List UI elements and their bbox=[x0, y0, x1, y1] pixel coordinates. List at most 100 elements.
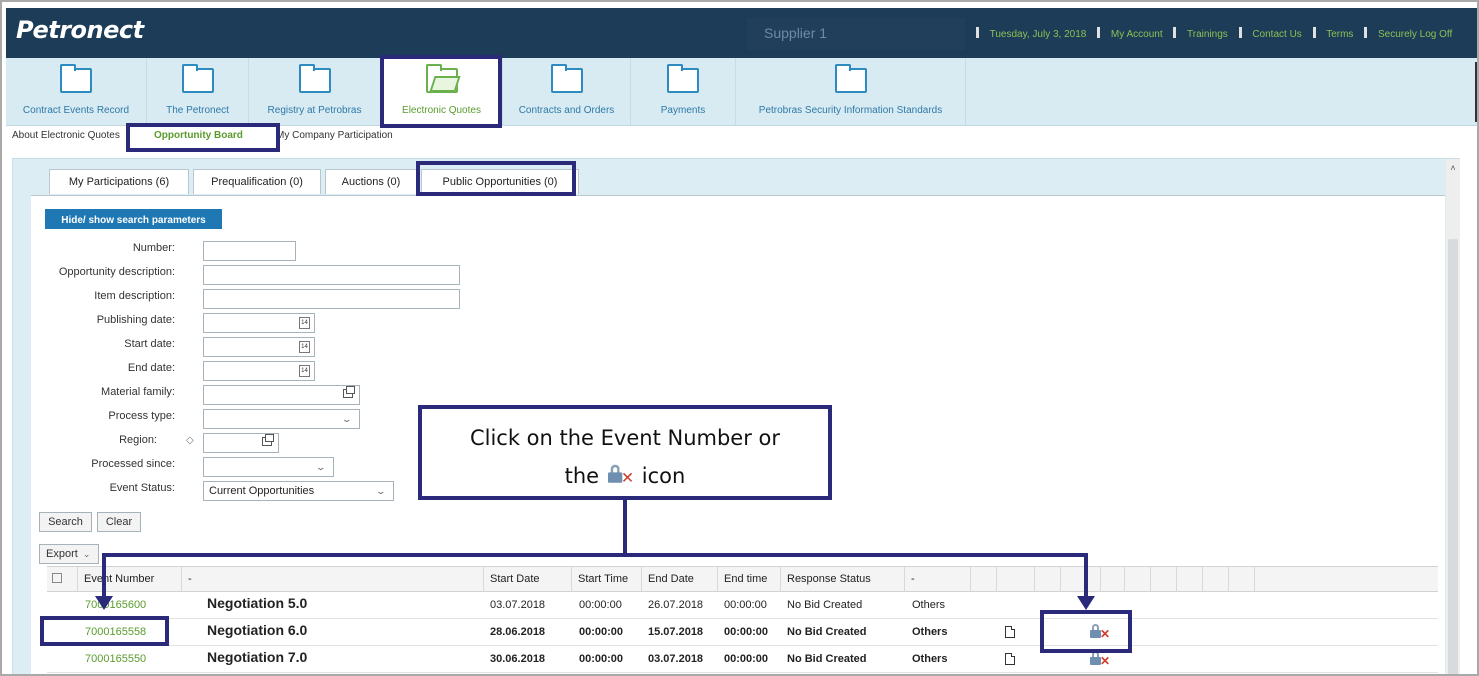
end-date-input[interactable]: 14 bbox=[203, 361, 315, 381]
start-date: 30.06.2018 bbox=[490, 653, 546, 665]
folder-icon bbox=[298, 64, 331, 93]
table-row[interactable]: 7000165558 Negotiation 6.0 28.06.2018 00… bbox=[47, 619, 1438, 646]
end-time: 00:00:00 bbox=[724, 599, 767, 611]
table-row[interactable]: 7000165550 Negotiation 7.0 30.06.2018 00… bbox=[47, 646, 1438, 673]
connector-line bbox=[102, 553, 1088, 557]
chevron-down-icon: ⌄ bbox=[315, 462, 327, 472]
arrow-to-event-number-icon bbox=[95, 596, 113, 610]
label-number: Number: bbox=[132, 242, 175, 254]
log-off-link[interactable]: Securely Log Off bbox=[1378, 29, 1452, 40]
toggle-search-parameters-button[interactable]: Hide/ show search parameters bbox=[45, 209, 222, 229]
search-actions: Search Clear bbox=[39, 512, 239, 534]
select-all-icon[interactable] bbox=[47, 567, 77, 592]
nav-the-petronect[interactable]: The Petronect bbox=[147, 58, 248, 125]
event-number-link[interactable]: 7000165550 bbox=[85, 653, 146, 665]
chevron-down-icon: ⌄ bbox=[375, 486, 387, 496]
callout-the: the bbox=[564, 464, 600, 488]
item-description-input[interactable] bbox=[203, 289, 460, 309]
process-type-select[interactable]: ⌄ bbox=[203, 409, 360, 429]
number-input[interactable] bbox=[203, 241, 296, 261]
col-start-time[interactable]: Start Time bbox=[571, 567, 641, 592]
region-input[interactable] bbox=[203, 433, 279, 453]
folder-icon bbox=[550, 64, 583, 93]
connector-line bbox=[623, 500, 627, 557]
material-family-input[interactable] bbox=[203, 385, 360, 405]
label-event-status: Event Status: bbox=[109, 482, 175, 494]
calendar-icon[interactable]: 14 bbox=[299, 317, 310, 329]
start-date-input[interactable]: 14 bbox=[203, 337, 315, 357]
col-empty bbox=[1228, 567, 1254, 592]
subnav-about-electronic-quotes[interactable]: About Electronic Quotes bbox=[12, 130, 120, 141]
scroll-up-arrow-icon[interactable]: ˄ bbox=[1446, 163, 1460, 175]
response-status: No Bid Created bbox=[787, 599, 863, 611]
label-publishing-date: Publishing date: bbox=[96, 314, 175, 326]
event-status-value: Current Opportunities bbox=[209, 485, 315, 497]
nav-payments[interactable]: Payments bbox=[631, 58, 735, 125]
value-help-icon[interactable] bbox=[262, 434, 274, 446]
nav-label: Contract Events Record bbox=[22, 105, 130, 116]
trainings-link[interactable]: Trainings bbox=[1187, 29, 1228, 40]
table-row[interactable]: 7000165600 Negotiation 5.0 03.07.2018 00… bbox=[47, 592, 1438, 619]
col-event-number[interactable]: Event Number bbox=[77, 567, 181, 592]
col-end-time[interactable]: End time bbox=[717, 567, 780, 592]
col-response-status[interactable]: Response Status bbox=[780, 567, 904, 592]
arrow-to-lock-icon bbox=[1077, 596, 1095, 610]
callout-line-1: Click on the Event Number or bbox=[469, 426, 781, 450]
calendar-icon[interactable]: 14 bbox=[299, 365, 310, 377]
highlight-lock-icon bbox=[1040, 610, 1132, 653]
start-time: 00:00:00 bbox=[579, 653, 624, 665]
event-description: Negotiation 7.0 bbox=[207, 649, 308, 665]
instruction-callout: Click on the Event Number or the ✕ icon bbox=[418, 405, 832, 500]
clear-button[interactable]: Clear bbox=[97, 512, 141, 532]
label-processed-since: Processed since: bbox=[91, 458, 175, 470]
document-icon[interactable] bbox=[1005, 626, 1015, 638]
label-region: Region: bbox=[119, 434, 157, 446]
nav-registry-at-petrobras[interactable]: Registry at Petrobras bbox=[249, 58, 380, 125]
response-status: No Bid Created bbox=[787, 626, 867, 638]
search-button[interactable]: Search bbox=[39, 512, 92, 532]
nav-contracts-and-orders[interactable]: Contracts and Orders bbox=[503, 58, 630, 125]
event-status-select[interactable]: Current Opportunities ⌄ bbox=[203, 481, 394, 501]
supplier-name: Supplier 1 bbox=[747, 18, 965, 50]
col-end-date[interactable]: End Date bbox=[641, 567, 717, 592]
petronect-logo: Petronect bbox=[16, 16, 144, 44]
label-start-date: Start date: bbox=[124, 338, 175, 350]
highlight-public-opportunities bbox=[416, 161, 576, 196]
end-date: 15.07.2018 bbox=[648, 626, 704, 638]
nav-contract-events-record[interactable]: Contract Events Record bbox=[6, 58, 146, 125]
tab-my-participations[interactable]: My Participations (6) bbox=[49, 169, 189, 194]
my-account-link[interactable]: My Account bbox=[1111, 29, 1163, 40]
opportunity-description-input[interactable] bbox=[203, 265, 460, 285]
nav-label: Petrobras Security Information Standards bbox=[758, 105, 943, 116]
nav-label: Contracts and Orders bbox=[518, 105, 615, 116]
nav-label: Payments bbox=[660, 105, 706, 116]
subnav-my-company-participation[interactable]: My Company Participation bbox=[276, 130, 393, 141]
scroll-thumb[interactable] bbox=[1448, 239, 1458, 674]
processed-since-select[interactable]: ⌄ bbox=[203, 457, 334, 477]
end-date: 26.07.2018 bbox=[648, 599, 704, 611]
document-icon[interactable] bbox=[1005, 653, 1015, 665]
nav-security-information-standards[interactable]: Petrobras Security Information Standards bbox=[736, 58, 965, 125]
event-description: Negotiation 6.0 bbox=[207, 622, 308, 638]
folder-icon bbox=[834, 64, 867, 93]
terms-link[interactable]: Terms bbox=[1326, 29, 1353, 40]
select-all-box bbox=[52, 573, 62, 583]
col-start-date[interactable]: Start Date bbox=[483, 567, 571, 592]
lock-x-icon[interactable]: ✕ bbox=[1089, 651, 1111, 667]
end-time: 00:00:00 bbox=[724, 626, 769, 638]
publishing-date-input[interactable]: 14 bbox=[203, 313, 315, 333]
value-help-icon[interactable] bbox=[343, 386, 355, 398]
tab-auctions[interactable]: Auctions (0) bbox=[325, 169, 417, 194]
tab-bar: My Participations (6) Prequalification (… bbox=[13, 159, 1445, 196]
vertical-scrollbar[interactable]: ˄ bbox=[1446, 159, 1460, 674]
contact-us-link[interactable]: Contact Us bbox=[1252, 29, 1301, 40]
nav-label: Registry at Petrobras bbox=[267, 105, 362, 116]
required-diamond-icon: ◇ bbox=[186, 435, 194, 446]
export-button[interactable]: Export ⌄ bbox=[39, 544, 99, 564]
tab-prequalification[interactable]: Prequalification (0) bbox=[193, 169, 321, 194]
export-label: Export bbox=[46, 548, 78, 560]
calendar-icon[interactable]: 14 bbox=[299, 341, 310, 353]
start-time: 00:00:00 bbox=[579, 599, 622, 611]
col-description[interactable]: - bbox=[181, 567, 483, 592]
col-category[interactable]: - bbox=[904, 567, 970, 592]
